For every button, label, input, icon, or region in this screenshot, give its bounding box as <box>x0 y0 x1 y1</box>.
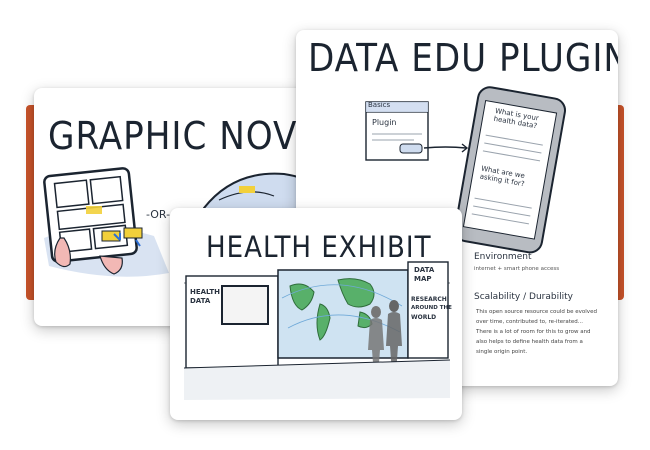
card-health-exhibit[interactable]: HEALTH EXHIBIT HEALTH DATA DATA MAP RESE… <box>170 208 462 420</box>
right-panel-label-1: DATA <box>414 266 435 274</box>
scalability-line: over time, contributed to, re-iterated..… <box>476 319 584 325</box>
right-panel-label-5: WORLD <box>411 314 437 321</box>
environment-note: internet + smart phone access <box>474 266 560 272</box>
plugin-window-tab: Basics <box>368 101 391 109</box>
scalability-body: This open source resource could be evolv… <box>476 307 597 357</box>
left-panel-label-2: DATA <box>190 297 211 305</box>
right-panel-label-4: AROUND THE <box>411 305 452 311</box>
right-panel-label-3: RESEARCH <box>411 296 447 303</box>
environment-title: Environment <box>474 252 532 262</box>
right-panel-label-2: MAP <box>414 275 432 283</box>
scalability-title: Scalability / Durability <box>474 292 573 302</box>
left-panel-label-1: HEALTH <box>190 288 220 296</box>
or-label: -OR- <box>146 208 171 221</box>
scalability-line: There is a lot of room for this to grow … <box>476 329 591 335</box>
scalability-line: This open source resource could be evolv… <box>476 309 597 315</box>
scalability-line: also helps to define health data from a <box>476 339 583 345</box>
scalability-line: single origin point. <box>476 349 528 355</box>
plugin-window-heading: Plugin <box>372 118 397 127</box>
